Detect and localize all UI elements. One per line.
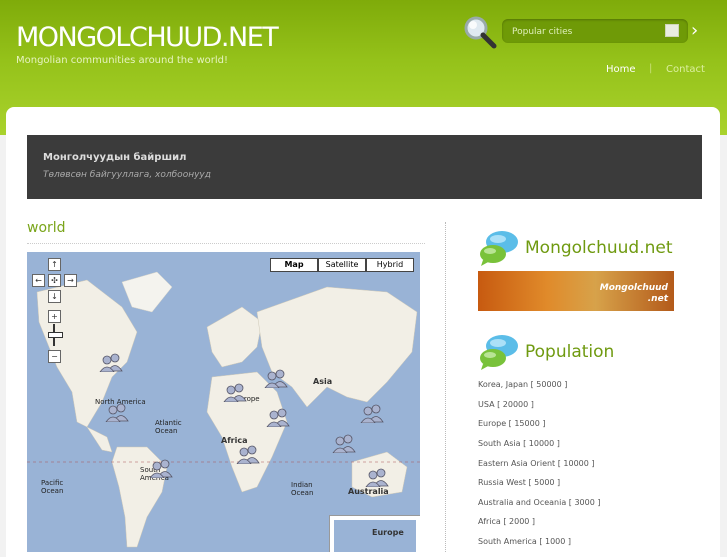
pan-left-icon[interactable]: ← — [32, 274, 45, 287]
pan-up-icon[interactable]: ↑ — [48, 258, 61, 271]
map-marker-icon[interactable] — [360, 403, 384, 423]
title-divider — [27, 243, 425, 244]
list-item[interactable]: Russia West [ 5000 ] — [478, 478, 560, 487]
list-item[interactable]: Africa [ 2000 ] — [478, 517, 535, 526]
list-item[interactable]: Eastern Asia Orient [ 10000 ] — [478, 459, 595, 468]
nav-separator: | — [649, 63, 653, 74]
banner: Монголчуудын байршил Төлөвсөн байгууллаг… — [27, 135, 702, 199]
label-atlantic: Atlantic Ocean — [155, 419, 182, 435]
map-marker-icon[interactable] — [266, 407, 290, 427]
search-box — [502, 19, 688, 43]
banner-subtitle: Төлөвсөн байгууллага, холбоонууд — [43, 170, 211, 180]
site-logo[interactable]: MONGOLCHUUD.NET — [16, 22, 279, 53]
label-indian: Indian Ocean — [291, 481, 314, 497]
map-marker-icon[interactable] — [223, 382, 247, 402]
zoom-in-icon[interactable]: + — [48, 310, 61, 323]
column-divider — [445, 222, 446, 552]
map-type-hybrid[interactable]: Hybrid — [366, 258, 414, 272]
zoom-slider[interactable] — [48, 324, 63, 346]
map-marker-icon[interactable] — [236, 444, 260, 464]
pan-right-icon[interactable]: → — [64, 274, 77, 287]
label-australia: Australia — [348, 487, 389, 496]
promo-banner[interactable]: Mongolchuud .net — [478, 271, 674, 311]
list-item[interactable]: Australia and Oceania [ 3000 ] — [478, 498, 600, 507]
map-marker-icon[interactable] — [264, 368, 288, 388]
map-marker-icon[interactable] — [99, 352, 123, 372]
page-title: world — [27, 220, 66, 236]
map-marker-icon[interactable] — [332, 433, 356, 453]
map-land — [27, 252, 420, 552]
list-item[interactable]: Korea, Japan [ 50000 ] — [478, 380, 567, 389]
map-marker-icon[interactable] — [149, 458, 173, 478]
site-tagline: Mongolian communities around the world! — [16, 55, 229, 66]
map-marker-icon[interactable] — [105, 402, 129, 422]
map-marker-icon[interactable] — [365, 467, 389, 487]
nav-home[interactable]: Home — [606, 64, 636, 75]
list-item[interactable]: South Asia [ 10000 ] — [478, 439, 560, 448]
chat-bubble-icon — [480, 231, 518, 266]
map-type-map[interactable]: Map — [270, 258, 318, 272]
nav-contact[interactable]: Contact — [666, 64, 705, 75]
close-icon[interactable] — [665, 24, 679, 37]
label-pacific: Pacific Ocean — [41, 479, 64, 495]
list-item[interactable]: Europe [ 15000 ] — [478, 419, 545, 428]
list-item[interactable]: USA [ 20000 ] — [478, 400, 534, 409]
pan-center-icon[interactable]: ✣ — [48, 274, 61, 287]
population-heading: Population — [525, 342, 615, 362]
pan-down-icon[interactable]: ↓ — [48, 290, 61, 303]
promo-text: Mongolchuud .net — [599, 283, 668, 304]
search-input[interactable] — [510, 22, 664, 42]
map-type-satellite[interactable]: Satellite — [318, 258, 366, 272]
chat-bubble-icon — [480, 335, 518, 370]
search-icon[interactable] — [462, 14, 498, 50]
sidebar-site-heading: Mongolchuud.net — [525, 238, 673, 258]
chevron-right-icon[interactable]: › — [691, 20, 698, 41]
label-asia: Asia — [313, 377, 333, 386]
inset-label-europe: Europe — [372, 528, 404, 537]
banner-title: Монголчуудын байршил — [43, 152, 187, 163]
zoom-out-icon[interactable]: − — [48, 350, 61, 363]
map-overview-inset[interactable]: Europe — [329, 515, 420, 552]
world-map[interactable]: Map Satellite Hybrid ↑ ← ✣ → ↓ + − North… — [27, 252, 420, 552]
